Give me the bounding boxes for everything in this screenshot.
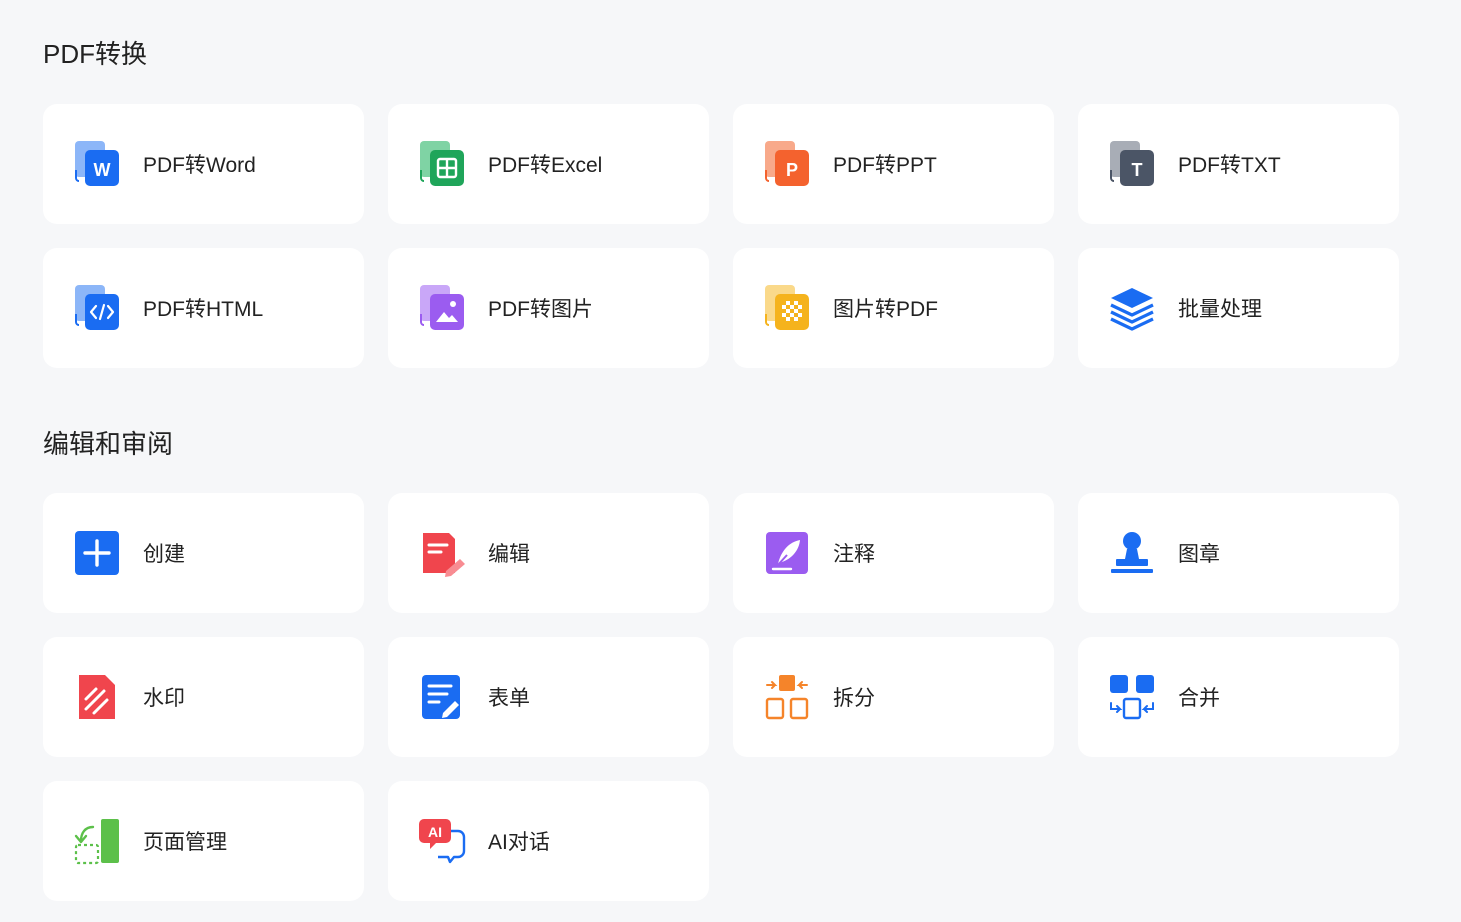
tool-label: 创建 [143,543,185,566]
tool-label: 编辑 [488,543,530,566]
pdf-convert-grid: W PDF转Word PDF转Excel P PDF转PPT T PDF转TXT… [43,104,1399,368]
pdf-to-html-icon [73,284,121,332]
edit-document-icon [418,529,466,577]
tool-card-pdf-to-html[interactable]: PDF转HTML [43,248,364,368]
annotate-feather-icon [763,529,811,577]
tool-card-pdf-to-excel[interactable]: PDF转Excel [388,104,709,224]
create-plus-icon [73,529,121,577]
tool-label: PDF转TXT [1178,154,1281,177]
svg-text:P: P [786,160,798,180]
ai-chat-icon: AI [418,817,466,865]
tool-card-merge[interactable]: 合并 [1078,637,1399,757]
section-title-edit-review: 编辑和审阅 [43,429,174,459]
tool-label: 拆分 [833,687,875,710]
page-management-icon [73,817,121,865]
tool-label: 水印 [143,687,185,710]
tool-label: PDF转Word [143,154,256,177]
pdf-to-ppt-icon: P [763,140,811,188]
svg-text:AI: AI [428,824,442,840]
tool-card-pdf-to-word[interactable]: W PDF转Word [43,104,364,224]
tool-label: AI对话 [488,831,550,854]
tool-card-watermark[interactable]: 水印 [43,637,364,757]
tool-label: PDF转图片 [488,298,593,321]
tool-card-page-management[interactable]: 页面管理 [43,781,364,901]
tool-label: PDF转Excel [488,154,603,177]
tool-card-form[interactable]: 表单 [388,637,709,757]
tool-card-ai-chat[interactable]: AI AI对话 [388,781,709,901]
svg-text:W: W [94,160,111,180]
pdf-to-excel-icon [418,140,466,188]
tool-card-batch-process[interactable]: 批量处理 [1078,248,1399,368]
stamp-icon [1108,529,1156,577]
tool-card-split[interactable]: 拆分 [733,637,1054,757]
tool-card-pdf-to-image[interactable]: PDF转图片 [388,248,709,368]
split-icon [763,673,811,721]
watermark-icon [73,673,121,721]
section-title-pdf-convert: PDF转换 [43,39,148,69]
form-icon [418,673,466,721]
tool-label: 批量处理 [1178,298,1262,321]
merge-icon [1108,673,1156,721]
tool-label: 注释 [833,543,875,566]
tool-label: 表单 [488,687,530,710]
batch-layers-icon [1108,284,1156,332]
tool-card-create[interactable]: 创建 [43,493,364,613]
tool-label: PDF转HTML [143,298,264,321]
tool-label: PDF转PPT [833,154,937,177]
pdf-to-image-icon [418,284,466,332]
image-to-pdf-icon [763,284,811,332]
tool-label: 图片转PDF [833,298,938,321]
pdf-to-word-icon: W [73,140,121,188]
edit-review-grid: 创建 编辑 注释 图章 水印 表单 拆分 合并 页面管理 AI AI对话 [43,493,1399,901]
tool-card-stamp[interactable]: 图章 [1078,493,1399,613]
tool-card-image-to-pdf[interactable]: 图片转PDF [733,248,1054,368]
tool-label: 页面管理 [143,831,227,854]
svg-text:T: T [1132,160,1143,180]
pdf-to-txt-icon: T [1108,140,1156,188]
tool-card-pdf-to-ppt[interactable]: P PDF转PPT [733,104,1054,224]
tool-card-annotate[interactable]: 注释 [733,493,1054,613]
tool-label: 合并 [1178,687,1220,710]
tool-label: 图章 [1178,543,1220,566]
tool-card-edit[interactable]: 编辑 [388,493,709,613]
tool-card-pdf-to-txt[interactable]: T PDF转TXT [1078,104,1399,224]
